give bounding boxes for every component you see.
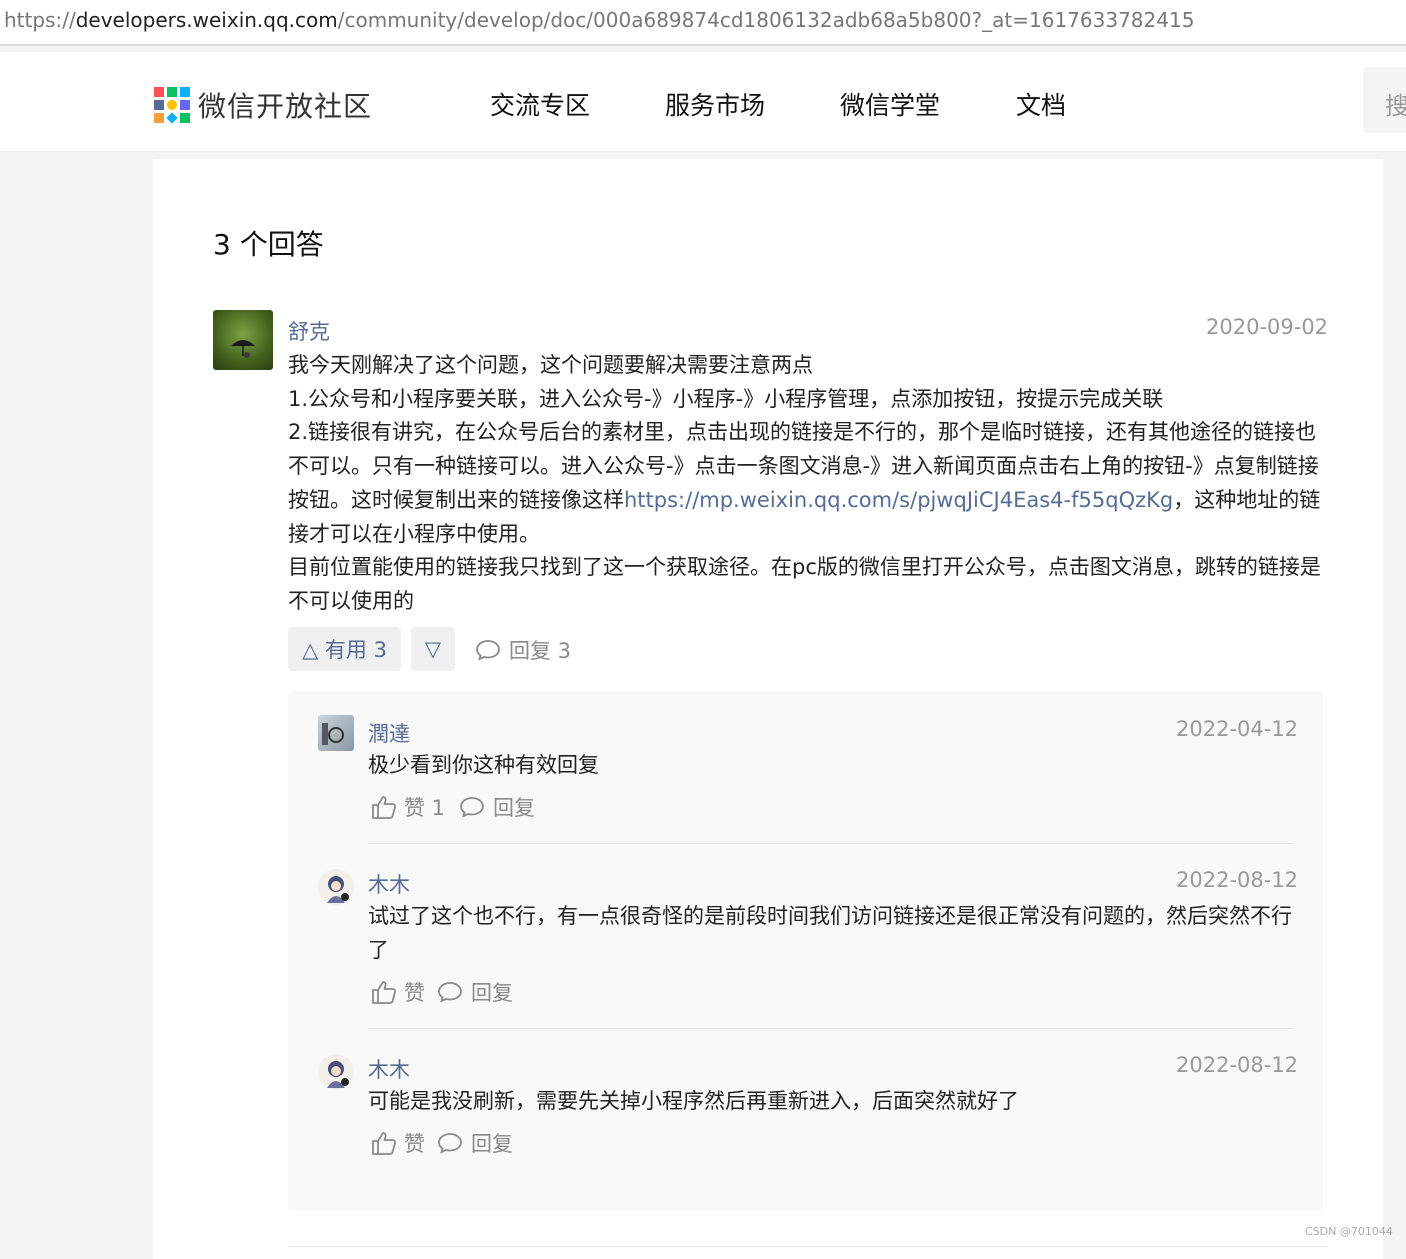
- comment-icon: [460, 797, 484, 818]
- comment-reply-button[interactable]: 回复: [459, 792, 535, 822]
- comment-date: 2022-08-12: [1176, 1053, 1299, 1077]
- comment-actions: 赞 回复: [370, 977, 513, 1007]
- logo-icon: [154, 87, 190, 124]
- avatar[interactable]: [318, 715, 354, 751]
- answer-author[interactable]: 舒克: [288, 316, 330, 346]
- thumb-up-icon: [372, 796, 397, 819]
- avatar-image: [327, 1061, 349, 1088]
- nav-school[interactable]: 微信学堂: [840, 86, 940, 122]
- answer-body: 我今天刚解决了这个问题，这个问题要解决需要注意两点 1.公众号和小程序要关联，进…: [288, 349, 1328, 619]
- comment-text: 可能是我没刷新，需要先关掉小程序然后再重新进入，后面突然就好了: [368, 1089, 1019, 1113]
- watermark: CSDN @701044: [1305, 1225, 1393, 1238]
- like-label: 赞: [404, 981, 425, 1005]
- avatar-image: [231, 340, 255, 358]
- down-arrow-icon: ▽: [424, 637, 442, 661]
- top-navigation: 微信开放社区 交流专区 服务市场 微信学堂 文档 搜: [0, 52, 1406, 152]
- reply-label: 回复: [493, 796, 536, 820]
- comment-icon: [438, 1133, 462, 1154]
- comment-author[interactable]: 潤達: [368, 718, 410, 748]
- comment-divider: [368, 1028, 1292, 1029]
- address-bar[interactable]: https://developers.weixin.qq.com/communi…: [0, 0, 1406, 46]
- answers-title: 3 个回答: [213, 228, 324, 261]
- avatar[interactable]: [213, 310, 273, 370]
- avatar-image: [327, 876, 349, 903]
- reply-label: 回复 3: [509, 639, 572, 663]
- comment-icon: [476, 640, 500, 661]
- search-label: 搜: [1385, 92, 1406, 120]
- logo-text: 微信开放社区: [198, 90, 373, 123]
- reply-label: 回复: [471, 981, 513, 1005]
- avatar-image: [322, 723, 344, 745]
- useful-button[interactable]: △ 有用 3: [288, 627, 401, 671]
- answer-line: 我今天刚解决了这个问题，这个问题要解决需要注意两点: [288, 353, 813, 377]
- comment-author[interactable]: 木木: [368, 1054, 410, 1084]
- url-scheme: https://: [4, 8, 76, 32]
- comment-reply-button[interactable]: 回复: [437, 1128, 513, 1158]
- thumb-up-icon: [372, 1132, 397, 1155]
- comment-divider: [368, 843, 1292, 844]
- avatar[interactable]: [318, 869, 354, 905]
- like-label: 赞 1: [404, 796, 446, 820]
- nav-services[interactable]: 服务市场: [665, 86, 765, 122]
- answer-paragraph: 2.链接很有讲究，在公众号后台的素材里，点击出现的链接是不行的，那个是临时链接，…: [288, 416, 1328, 551]
- comment-text: 极少看到你这种有效回复: [368, 753, 599, 777]
- search-input[interactable]: 搜: [1363, 67, 1406, 133]
- answers-section: 3 个回答 舒克 2020-09-02 我今天刚解决了这个问题，这个问题要解决需…: [153, 159, 1383, 1259]
- nav-community[interactable]: 交流专区: [490, 86, 590, 122]
- useful-label: △ 有用 3: [302, 638, 387, 662]
- like-button[interactable]: 赞 1: [370, 792, 445, 822]
- not-useful-button[interactable]: ▽: [411, 627, 455, 671]
- like-button[interactable]: 赞: [370, 1128, 425, 1158]
- answer-date: 2020-09-02: [1206, 315, 1329, 339]
- article-link[interactable]: https://mp.weixin.qq.com/s/pjwqJiCJ4Eas4…: [624, 488, 1173, 512]
- comment-date: 2022-04-12: [1176, 717, 1299, 741]
- comment-date: 2022-08-12: [1176, 868, 1299, 892]
- avatar[interactable]: [318, 1054, 354, 1090]
- reply-label: 回复: [471, 1132, 513, 1156]
- comment-author[interactable]: 木木: [368, 869, 410, 899]
- thumb-up-icon: [372, 981, 397, 1004]
- like-label: 赞: [404, 1132, 425, 1156]
- comment-icon: [438, 982, 462, 1003]
- reply-button[interactable]: 回复 3: [475, 635, 571, 665]
- comment-reply-button[interactable]: 回复: [437, 977, 513, 1007]
- comment-actions: 赞 回复: [370, 1128, 513, 1158]
- answer-line: 1.公众号和小程序要关联，进入公众号-》小程序-》小程序管理，点添加按钮，按提示…: [288, 386, 1164, 411]
- url-path: /community/develop/doc/000a689874cd18061…: [337, 8, 1195, 32]
- comments-panel: 潤達 2022-04-12 极少看到你这种有效回复 赞 1 回复 木木 2022…: [288, 691, 1323, 1211]
- site-logo[interactable]: 微信开放社区: [154, 85, 372, 125]
- comment-actions: 赞 1 回复: [370, 792, 535, 822]
- comment-text: 试过了这个也不行，有一点很奇怪的是前段时间我们访问链接还是很正常没有问题的，然后…: [368, 904, 1292, 962]
- url-host: developers.weixin.qq.com: [75, 8, 338, 32]
- nav-docs[interactable]: 文档: [1016, 86, 1066, 122]
- answer-line: 目前位置能使用的链接我只找到了这一个获取途径。在pc版的微信里打开公众号，点击图…: [288, 555, 1321, 613]
- like-button[interactable]: 赞: [370, 977, 425, 1007]
